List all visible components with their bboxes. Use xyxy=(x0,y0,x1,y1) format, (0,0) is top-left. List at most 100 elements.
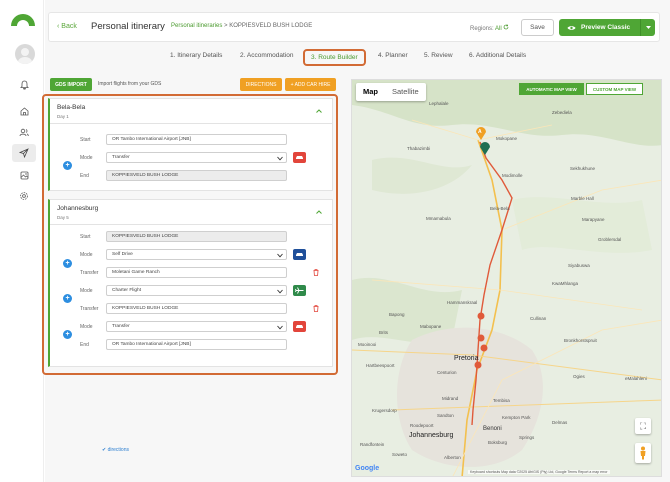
car-icon[interactable] xyxy=(293,321,306,332)
map-label-pretoria: Pretoria xyxy=(454,355,479,362)
step-tabs: 1. Itinerary Details 2. Accommodation 3.… xyxy=(45,47,670,66)
fullscreen-icon[interactable]: ⛶ xyxy=(635,418,651,434)
tab-additional-details[interactable]: 6. Additional Details xyxy=(469,52,526,59)
add-leg-button[interactable]: + xyxy=(63,330,72,339)
bell-icon[interactable] xyxy=(17,78,31,92)
map-label-bapong: Bapong xyxy=(389,312,405,317)
add-leg-button[interactable]: + xyxy=(63,259,72,268)
directions-button[interactable]: DIRECTIONS xyxy=(240,78,282,91)
map-label-modimolle: Modimolle xyxy=(502,173,523,178)
mode-select[interactable]: Self Drive xyxy=(106,249,287,260)
chevron-left-icon: ‹ xyxy=(57,23,60,30)
home-icon[interactable] xyxy=(17,104,31,118)
mode-label: Mode xyxy=(80,155,93,161)
page-title: Personal itinerary xyxy=(91,21,165,32)
map-label-sekhukhune: Sekhukhune xyxy=(570,166,596,171)
start-field[interactable]: KOPPIESVELD BUSH LODGE xyxy=(106,231,287,242)
map-attribution[interactable]: Keyboard shortcuts Map data ©2025 AfriGI… xyxy=(468,470,610,474)
tab-review[interactable]: 5. Review xyxy=(424,52,453,59)
tab-itinerary-details[interactable]: 1. Itinerary Details xyxy=(170,52,222,59)
refresh-icon[interactable] xyxy=(503,24,509,30)
preview-dropdown-toggle[interactable] xyxy=(640,19,655,36)
add-leg-button[interactable]: + xyxy=(63,294,72,303)
directions-link-label: directions xyxy=(107,447,129,453)
tab-accommodation[interactable]: 2. Accommodation xyxy=(240,52,293,59)
map-marker-a[interactable]: A xyxy=(478,129,482,135)
day-header[interactable]: Johannesburg Day 5 xyxy=(50,200,332,225)
map-label-hammanskraal: Hammanskraal xyxy=(447,300,478,305)
mode-select[interactable]: Transfer xyxy=(106,321,287,332)
map-label-bronkhorstspruit: Bronkhorstspruit xyxy=(564,338,597,343)
tab-planner[interactable]: 4. Planner xyxy=(378,52,408,59)
map-label-bela-bela: Bela-Bela xyxy=(490,206,510,211)
add-leg-button[interactable]: + xyxy=(63,161,72,170)
satellite-view-button[interactable]: Satellite xyxy=(385,83,426,101)
mode-value: Transfer xyxy=(112,324,130,329)
logo-icon[interactable] xyxy=(10,12,36,26)
automatic-map-view-button[interactable]: AUTOMATIC MAP VIEW xyxy=(519,83,584,95)
check-icon: ✔ xyxy=(102,447,107,453)
image-icon[interactable] xyxy=(17,168,31,182)
tab-route-builder[interactable]: 3. Route Builder xyxy=(303,49,366,66)
mode-label: Mode xyxy=(80,288,93,294)
transfer-field[interactable]: Moletani Game Ranch xyxy=(106,267,287,278)
start-field[interactable]: OR Tambo International Airport [JNB] xyxy=(106,134,287,145)
chevron-down-icon xyxy=(277,156,283,161)
custom-map-view-button[interactable]: CUSTOM MAP VIEW xyxy=(586,83,643,95)
save-button[interactable]: Save xyxy=(521,19,554,36)
caret-down-icon xyxy=(645,26,651,29)
mode-value: Transfer xyxy=(112,155,130,160)
route-builder-panel: Bela-Bela Day 1 Start OR Tambo Internati… xyxy=(42,94,338,453)
eye-icon xyxy=(567,25,576,30)
map-label-krugersdorp: Krugersdorp xyxy=(372,408,397,413)
regions-value: All xyxy=(495,26,502,32)
map-label-kempton-park: Kempton Park xyxy=(502,415,531,420)
end-field[interactable]: OR Tambo International Airport [JNB] xyxy=(106,339,287,350)
preview-classic-button[interactable]: Preview Classic xyxy=(559,19,655,36)
map-label-marapyane: Marapyane xyxy=(582,217,605,222)
back-link[interactable]: ‹ Back xyxy=(57,23,77,30)
settings-icon[interactable] xyxy=(17,189,31,203)
map-label-mmamabula: Mmamabula xyxy=(426,216,451,221)
chevron-up-icon[interactable] xyxy=(315,107,323,115)
send-icon[interactable] xyxy=(12,144,36,162)
start-label: Start xyxy=(80,234,91,240)
avatar[interactable] xyxy=(15,44,35,64)
map-label-brits: Brits xyxy=(379,330,388,335)
chevron-down-icon xyxy=(277,253,283,258)
map-label-kwamhlanga: KwaMhlanga xyxy=(552,281,579,286)
map-label-benoni: Benoni xyxy=(483,426,502,432)
trash-icon[interactable] xyxy=(313,305,319,312)
regions-filter[interactable]: Regions: All xyxy=(470,24,509,32)
breadcrumb-link[interactable]: Personal itineraries xyxy=(171,23,222,29)
day-header[interactable]: Bela-Bela Day 1 xyxy=(50,99,332,124)
day-title: Bela-Bela xyxy=(57,104,86,111)
map-label-siyabuswa: Siyabuswa xyxy=(568,263,590,268)
trash-icon[interactable] xyxy=(313,269,319,276)
main-area: ‹ Back Personal itinerary Personal itine… xyxy=(42,0,670,482)
map-label-ogies: Ogies xyxy=(573,374,585,379)
chevron-up-icon[interactable] xyxy=(315,208,323,216)
regions-label: Regions: xyxy=(470,26,494,32)
street-view-pegman-icon[interactable] xyxy=(635,443,651,463)
end-field[interactable]: KOPPIESVELD BUSH LODGE xyxy=(106,170,287,181)
map-label-springs: Springs xyxy=(519,435,535,440)
map-label-lephalale: Lephalale xyxy=(429,101,449,106)
gds-import-button[interactable]: GDS IMPORT xyxy=(50,78,92,91)
left-sidebar xyxy=(0,0,44,482)
users-icon[interactable] xyxy=(17,125,31,139)
plane-icon[interactable] xyxy=(293,285,306,296)
route-map[interactable]: A Map Satellite AUTOMATIC MAP VIEW CUSTO… xyxy=(351,79,662,477)
breadcrumb-separator: > xyxy=(224,23,228,29)
transfer-field[interactable]: KOPPIESVELD BUSH LODGE xyxy=(106,303,287,314)
mode-select[interactable]: Charter Flight xyxy=(106,285,287,296)
directions-link[interactable]: ✔ directions xyxy=(102,447,129,453)
map-view-button[interactable]: Map xyxy=(356,83,385,101)
transfer-label: Transfer xyxy=(80,306,99,312)
mode-label: Mode xyxy=(80,252,93,258)
self-drive-car-icon[interactable] xyxy=(293,249,306,260)
mode-select[interactable]: Transfer xyxy=(106,152,287,163)
car-icon[interactable] xyxy=(293,152,306,163)
mode-label: Mode xyxy=(80,324,93,330)
add-car-hire-button[interactable]: + ADD CAR HIRE xyxy=(285,78,336,91)
